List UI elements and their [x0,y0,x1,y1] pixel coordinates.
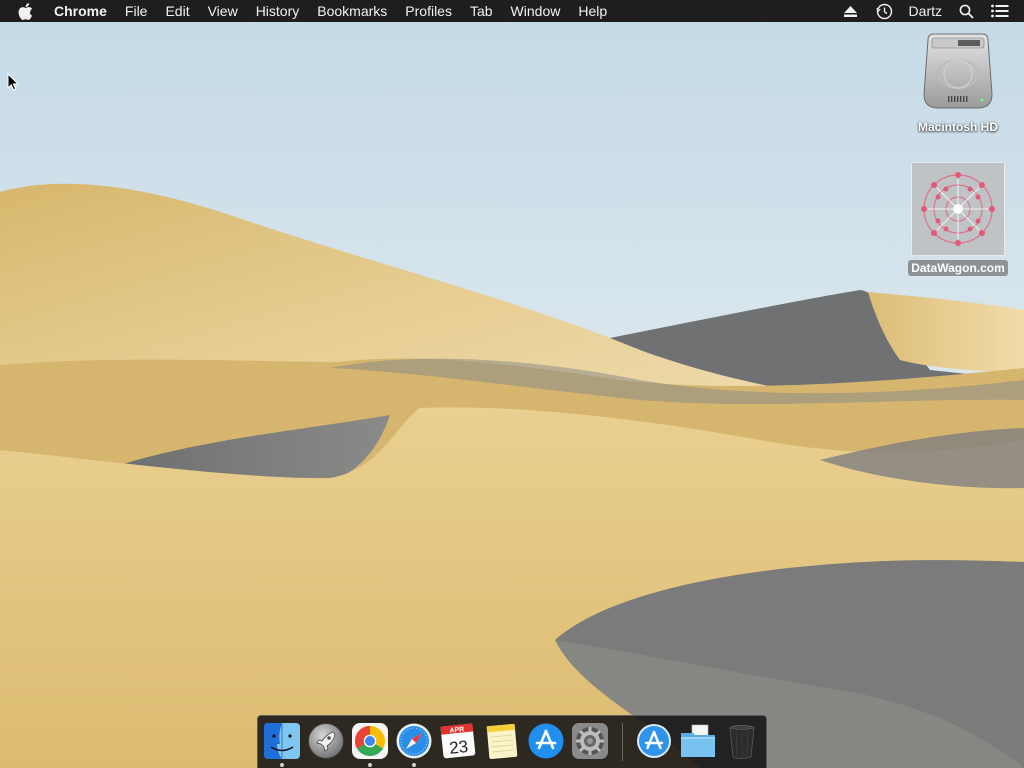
menu-view[interactable]: View [199,0,247,22]
dock-item-chrome[interactable] [350,721,390,761]
menu-bookmarks[interactable]: Bookmarks [308,0,396,22]
launchpad-icon [308,723,344,759]
image-file-icon [911,162,1005,256]
dock-item-app-store[interactable] [526,721,566,761]
eject-icon[interactable] [841,0,861,22]
menu-profiles[interactable]: Profiles [396,0,461,22]
menu-file[interactable]: File [116,0,157,22]
menu-bar: Chrome File Edit View History Bookmarks … [0,0,1024,22]
running-indicator [280,763,284,767]
desktop-wallpaper [0,0,1024,768]
dock-item-launchpad[interactable] [306,721,346,761]
documents-folder-icon [681,724,715,757]
apple-menu-icon[interactable] [18,0,38,22]
dock-item-notes[interactable] [482,721,522,761]
calendar-day: 23 [448,737,469,758]
app-store-icon [528,723,564,759]
menu-help[interactable]: Help [569,0,616,22]
dock-item-safari[interactable] [394,721,434,761]
calendar-icon: APR 23 [440,723,476,759]
dock-item-documents[interactable] [678,721,718,761]
safari-icon [396,723,432,759]
desktop-icon-label: Macintosh HD [917,120,998,134]
dock-item-trash[interactable] [722,721,762,761]
finder-icon [264,723,300,759]
notes-icon [486,723,518,759]
hard-drive-icon [918,30,998,119]
dock: APR 23 [257,715,767,768]
dock-item-applications[interactable] [634,721,674,761]
running-indicator [368,763,372,767]
menu-edit[interactable]: Edit [156,0,198,22]
desktop-icon-macintosh-hd[interactable]: Macintosh HD [900,30,1016,135]
spotlight-search-icon[interactable] [956,0,976,22]
menu-history[interactable]: History [247,0,309,22]
dock-item-calendar[interactable]: APR 23 [438,721,478,761]
desktop-icon-label: DataWagon.com [908,260,1008,276]
applications-folder-icon [637,724,671,758]
dock-separator [622,723,623,761]
menu-tab[interactable]: Tab [461,0,502,22]
system-preferences-icon [572,723,608,759]
user-name[interactable]: Dartz [902,0,949,22]
menu-app-name[interactable]: Chrome [54,0,116,22]
trash-icon [729,725,755,759]
desktop-icon-datawagon[interactable]: DataWagon.com [900,162,1016,276]
running-indicator [412,763,416,767]
chrome-icon [352,723,388,759]
time-machine-icon[interactable] [875,0,895,22]
notification-center-icon[interactable] [990,0,1010,22]
menu-window[interactable]: Window [502,0,570,22]
dock-item-system-preferences[interactable] [570,721,610,761]
dock-item-finder[interactable] [262,721,302,761]
mouse-cursor-icon [7,72,20,96]
